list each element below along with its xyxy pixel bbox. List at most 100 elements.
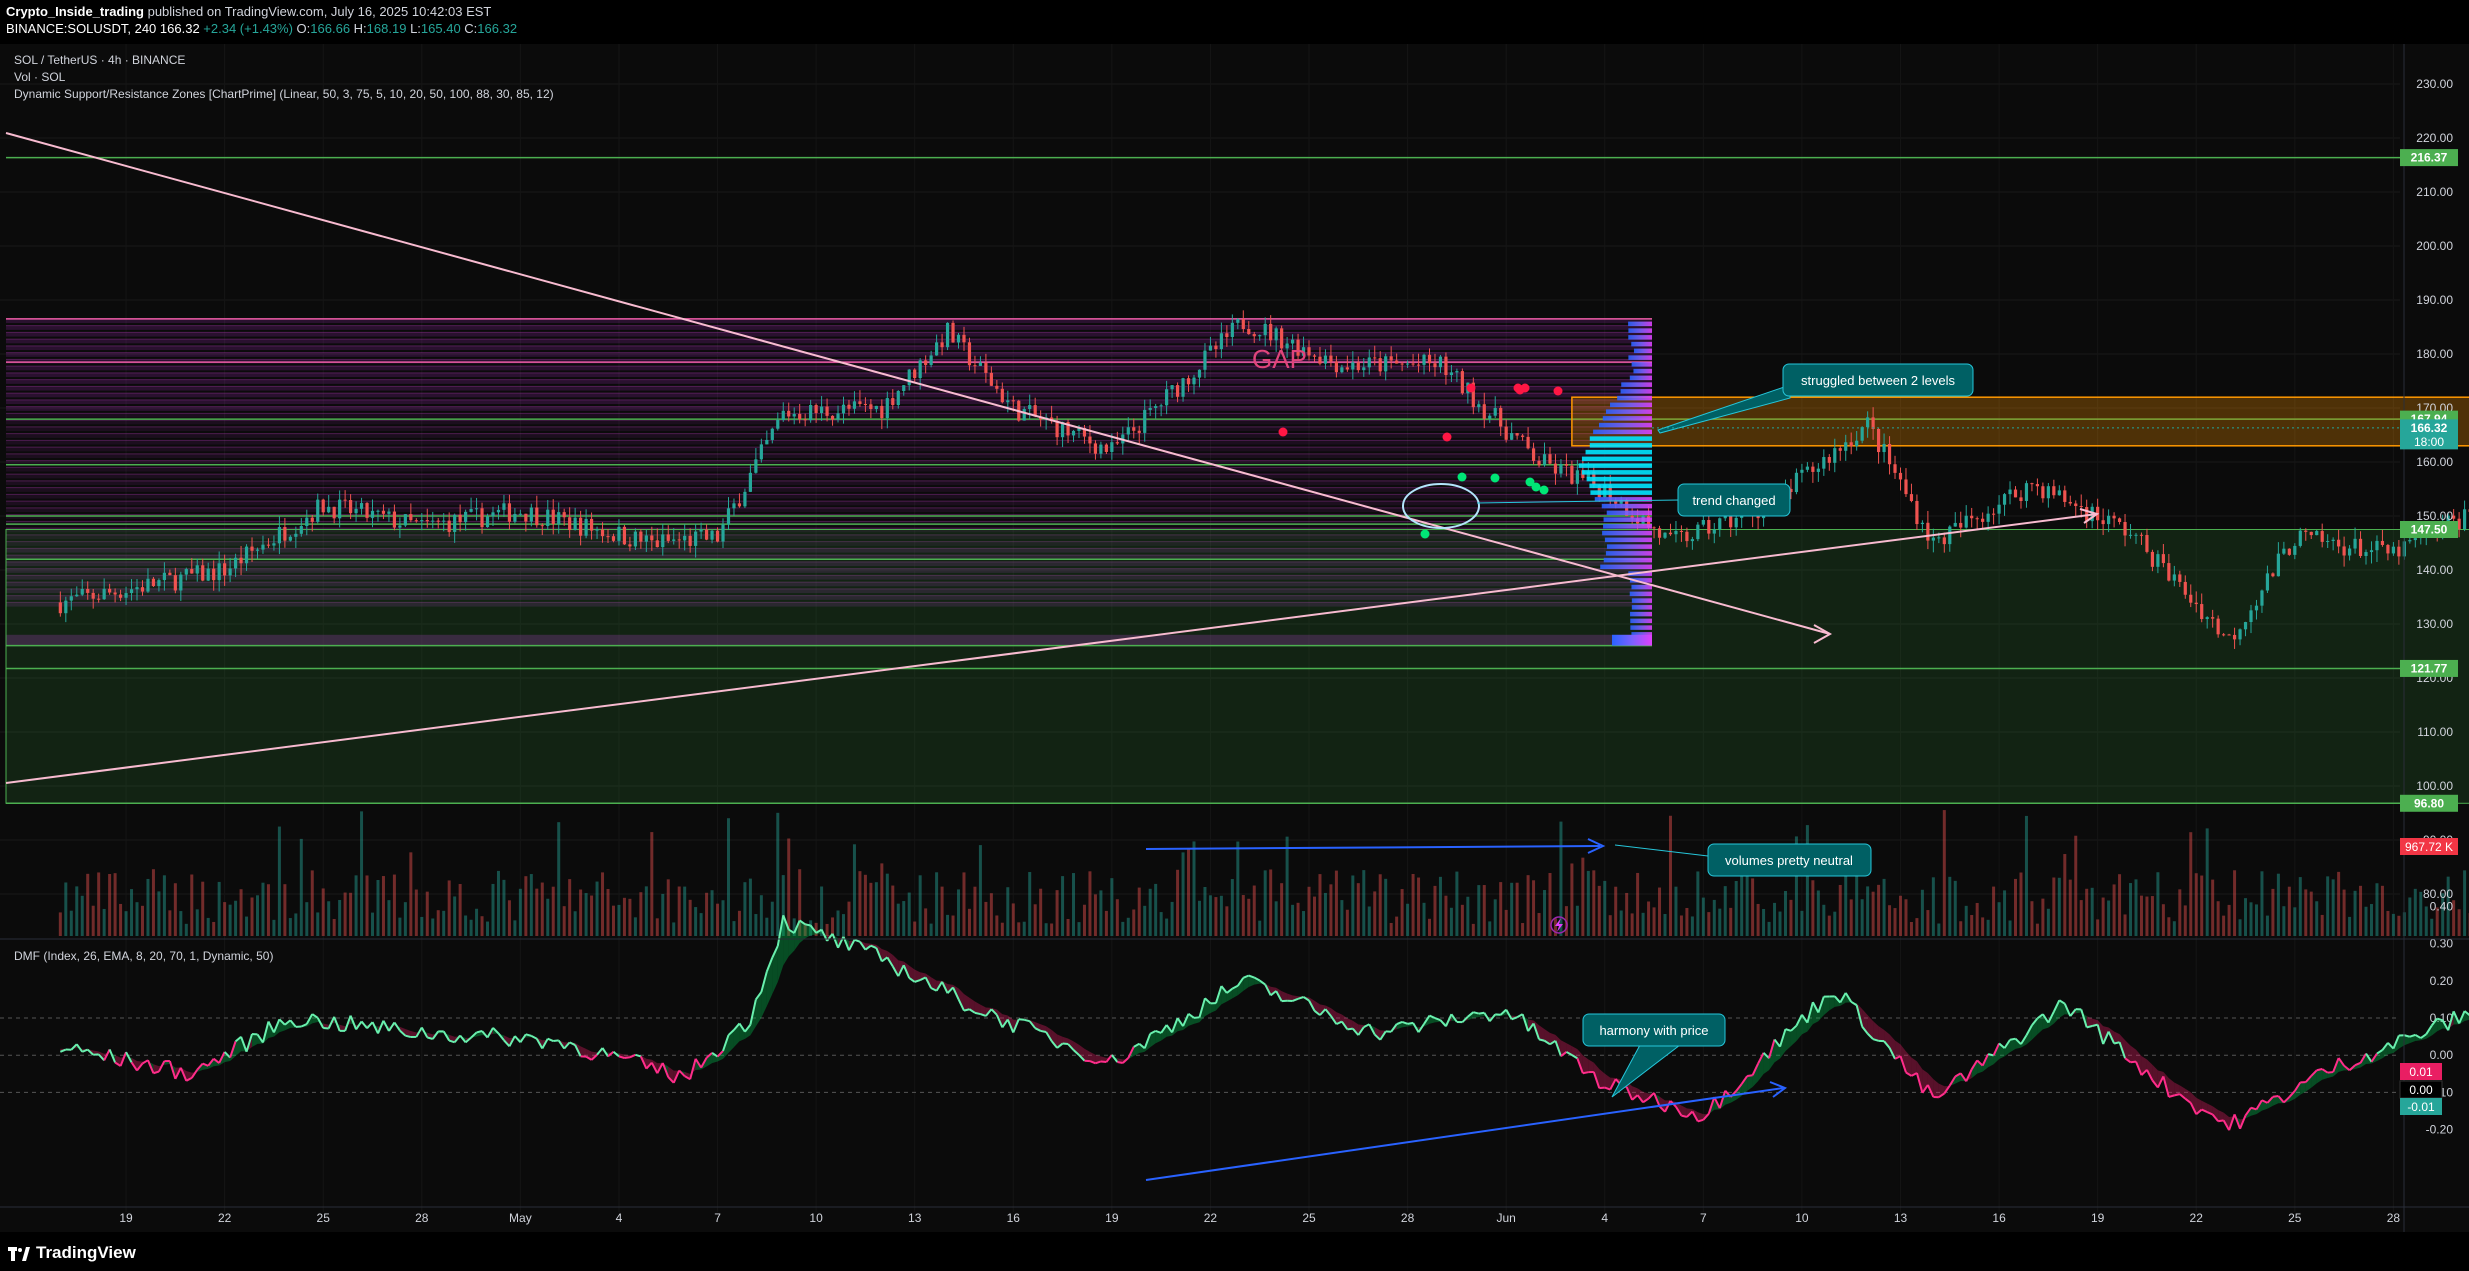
volume-bar	[1017, 922, 1021, 936]
volume-bar	[984, 901, 988, 936]
candle-body	[151, 578, 156, 587]
chart-canvas[interactable]: -0.20-0.100.000.100.200.300.40 19222528M…	[0, 44, 2469, 1232]
volume-bar	[1088, 871, 1092, 936]
volume-bar	[2233, 870, 2237, 936]
legend-volume[interactable]: Vol · SOL	[14, 70, 66, 84]
zone-band	[6, 352, 1652, 357]
volume-bar	[294, 913, 298, 936]
callout-harmony[interactable]: harmony with price	[1582, 1013, 1726, 1047]
candle-body	[1225, 333, 1229, 338]
candle-body	[929, 355, 933, 365]
volume-bar	[102, 908, 106, 936]
candle-body	[2013, 489, 2018, 498]
zone-band	[6, 480, 1652, 486]
candle-body	[69, 596, 73, 601]
legend-indicator[interactable]: Dynamic Support/Resistance Zones [ChartP…	[14, 87, 554, 101]
volume-bar	[913, 921, 917, 936]
volume-bar	[1438, 876, 1442, 936]
profile-bar	[1586, 476, 1652, 482]
volume-bar	[1504, 909, 1508, 936]
callout-trend[interactable]: trend changed	[1677, 483, 1791, 517]
volume-bar	[1783, 891, 1787, 936]
volume-bar	[1805, 825, 1809, 936]
candle-body	[1685, 531, 1689, 542]
candle-body	[2117, 518, 2122, 523]
symbol-line: BINANCE:SOLUSDT, 240	[6, 21, 157, 36]
candle-body	[2167, 563, 2171, 581]
candle-body	[1531, 448, 1536, 461]
callout-harmony-text: harmony with price	[1599, 1023, 1708, 1038]
candle-body	[1312, 355, 1317, 357]
candle-body	[2249, 610, 2253, 623]
candle-body	[173, 575, 177, 591]
candle-body	[1438, 356, 1443, 368]
signal-dot-red	[1278, 427, 1288, 437]
volume-bar	[1833, 911, 1837, 936]
volume-bar	[1893, 908, 1897, 936]
candle-body	[644, 535, 648, 542]
callout-volumes[interactable]: volumes pretty neutral	[1707, 843, 1872, 877]
candle-body	[2107, 515, 2111, 525]
candle-body	[562, 512, 566, 518]
author-name[interactable]: Crypto_Inside_trading	[6, 4, 144, 19]
volume-bar	[1312, 896, 1316, 936]
candle-body	[1882, 443, 1886, 453]
volume-bar	[1318, 874, 1322, 936]
tradingview-logo[interactable]: TradingView	[8, 1243, 136, 1263]
profile-bar	[1600, 564, 1652, 570]
signal-dot-red	[1466, 383, 1476, 393]
dmf-tick-label: 0.40	[2430, 899, 2454, 913]
price-label-text: 96.80	[2414, 796, 2444, 810]
candle-body	[1230, 322, 1234, 338]
candle-body	[1323, 355, 1328, 364]
volume-bar	[1510, 882, 1514, 936]
candle-body	[546, 509, 550, 527]
candle-body	[168, 572, 172, 576]
candle-body	[1515, 433, 1519, 436]
candle-body	[1148, 407, 1152, 410]
volume-bar	[863, 874, 867, 936]
volume-bar	[1625, 892, 1629, 936]
volume-bar	[907, 892, 911, 936]
candle-body	[2380, 540, 2385, 545]
candle-body	[64, 600, 68, 614]
volume-bar	[1663, 913, 1667, 936]
volume-bar	[1904, 899, 1908, 936]
volume-bar	[1006, 887, 1010, 936]
candle-body	[1838, 448, 1842, 451]
candle-body	[694, 531, 698, 546]
volume-bar	[1751, 878, 1755, 936]
volume-bar	[349, 892, 353, 936]
zone-band	[6, 413, 1652, 418]
volume-bar	[2364, 906, 2368, 936]
volume-bar	[1044, 923, 1048, 936]
volume-bar	[2342, 889, 2346, 936]
candle-body	[2085, 507, 2089, 522]
candle-body	[1247, 328, 1251, 335]
volume-bar	[759, 895, 763, 936]
candle-body	[354, 508, 358, 514]
zone-band	[6, 433, 1652, 438]
volume-bar	[1789, 899, 1793, 936]
legend-title[interactable]: SOL / TetherUS · 4h · BINANCE	[14, 53, 185, 67]
candle-body	[1674, 530, 1678, 535]
candle-body	[458, 514, 462, 523]
volume-bar	[1800, 910, 1804, 936]
volume-bar	[1866, 886, 1870, 936]
candle-body	[1707, 519, 1711, 534]
candle-body	[338, 499, 342, 519]
dmf-line	[1987, 1053, 1994, 1057]
volume-bar	[836, 910, 840, 936]
x-tick-label: 28	[1401, 1211, 1415, 1225]
dmf-line	[1478, 1011, 1485, 1015]
callout-struggled[interactable]: struggled between 2 levels	[1782, 363, 1974, 397]
volume-bar	[250, 897, 254, 936]
volume-bar	[1066, 918, 1070, 936]
volume-bar	[2331, 879, 2335, 936]
volume-bar	[310, 870, 314, 936]
candle-body	[1805, 466, 1809, 470]
candle-body	[1992, 513, 1996, 515]
legend-dmf[interactable]: DMF (Index, 26, EMA, 8, 20, 70, 1, Dynam…	[14, 949, 273, 963]
zone-band	[6, 325, 1652, 330]
volume-bar	[1471, 923, 1475, 936]
